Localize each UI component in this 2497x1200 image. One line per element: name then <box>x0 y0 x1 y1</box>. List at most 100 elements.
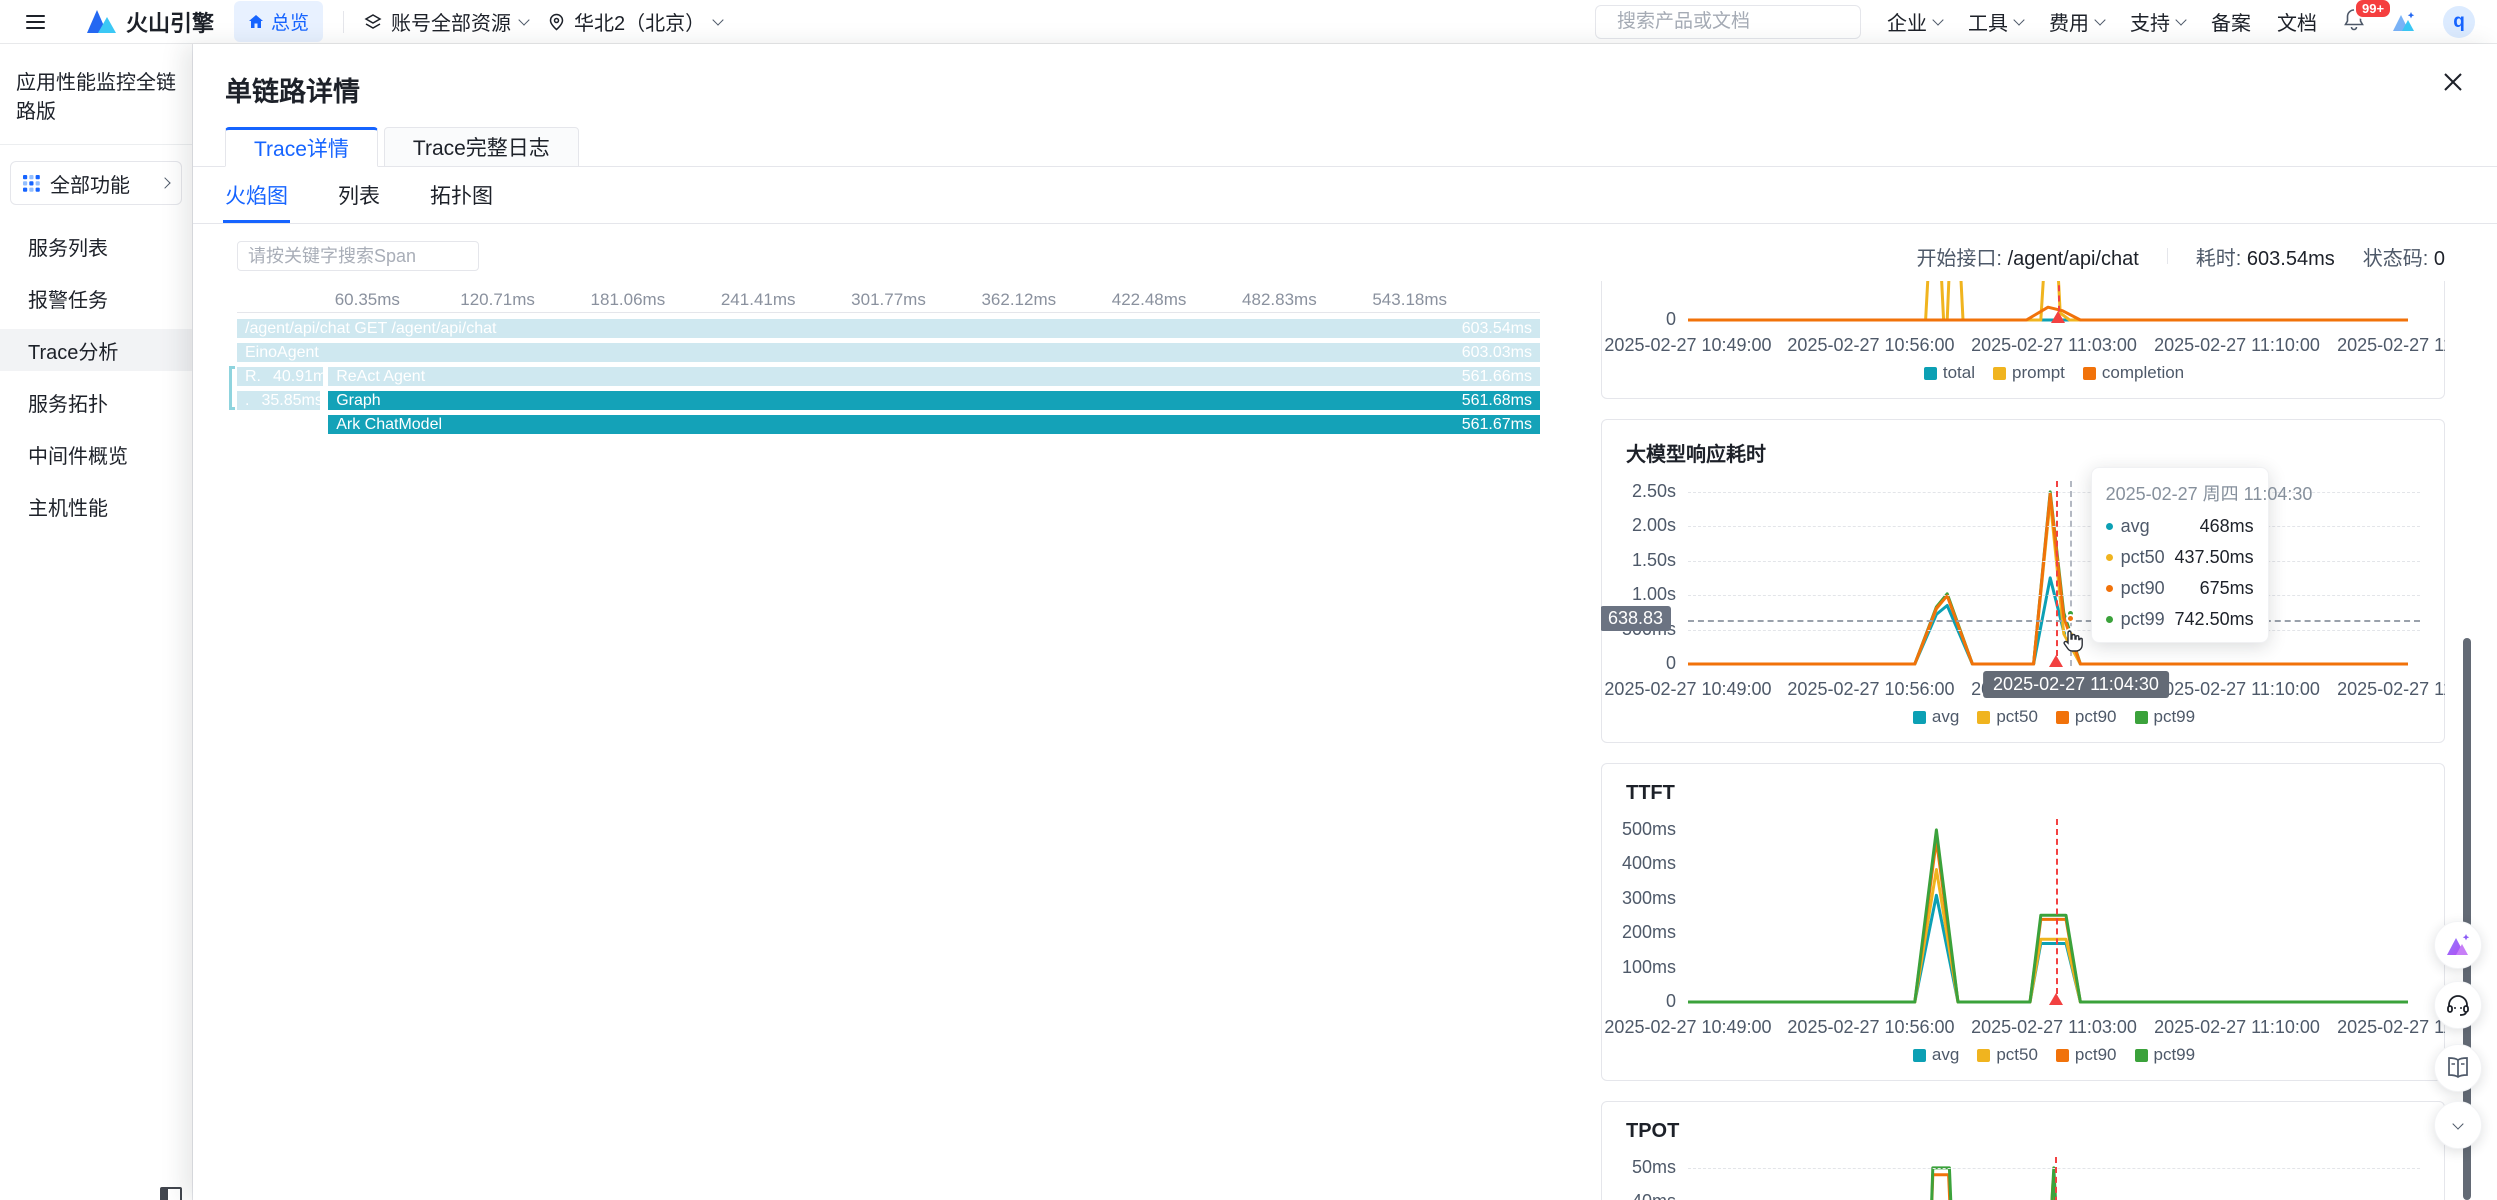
legend-item-completion[interactable]: completion <box>2083 363 2184 383</box>
chart-title: TTFT <box>1626 782 2420 805</box>
nav-menu-docs[interactable]: 文档 <box>2277 7 2317 36</box>
collapse-sidebar-icon[interactable] <box>160 1187 182 1200</box>
gridline <box>1688 561 2420 562</box>
span-search-input[interactable] <box>248 246 480 267</box>
nav-menu-billing[interactable]: 费用 <box>2049 7 2104 36</box>
ai-assistant-button[interactable] <box>2434 921 2482 969</box>
llm-latency-plot[interactable]: 638.83 2025-02-27 11:04:30 2025-02-27 周四… <box>1688 481 2420 666</box>
drawer-header: 单链路详情 <box>193 44 2497 109</box>
legend-item-pct90[interactable]: pct90 <box>2056 1045 2117 1065</box>
nav-menu-label: 工具 <box>1968 7 2008 36</box>
series-pct90 <box>1688 840 2408 1002</box>
nav-menu-enterprise[interactable]: 企业 <box>1887 7 1942 36</box>
view-subtabs: 火焰图 列表 拓扑图 <box>193 167 2497 224</box>
gridline <box>1688 526 2420 527</box>
region-switcher[interactable]: 华北2（北京） <box>548 7 722 36</box>
legend-item-avg[interactable]: avg <box>1913 707 1959 727</box>
flame-span[interactable]: /agent/api/chat GET /agent/api/chat603.5… <box>237 319 1540 338</box>
legend-item-total[interactable]: total <box>1924 363 1975 383</box>
span-search[interactable] <box>237 241 479 271</box>
legend-label: pct50 <box>1996 707 2038 727</box>
flame-ruler: 60.35ms120.71ms181.06ms241.41ms301.77ms3… <box>237 289 1540 313</box>
sidebar-item-middleware[interactable]: 中间件概览 <box>0 433 192 475</box>
all-functions-button[interactable]: 全部功能 <box>10 161 182 205</box>
chevron-right-icon <box>159 177 170 188</box>
legend-chip <box>1913 711 1926 724</box>
flame-span[interactable]: .35.85ms <box>237 391 320 410</box>
span-label: Ark ChatModel <box>336 416 442 434</box>
chevron-down-icon <box>712 14 723 25</box>
volcengine-logo[interactable]: 火山引擎 <box>87 6 214 38</box>
sidebar-item-topology[interactable]: 服务拓扑 <box>0 381 192 423</box>
legend-item-avg[interactable]: avg <box>1913 1045 1959 1065</box>
span-duration: 561.66ms <box>1462 368 1532 386</box>
docs-button[interactable] <box>2434 1044 2482 1092</box>
legend-item-pct50[interactable]: pct50 <box>1977 1045 2038 1065</box>
ai-mountain-icon <box>2444 932 2472 958</box>
resource-switcher[interactable]: 账号全部资源 <box>364 7 528 36</box>
subtab-flamegraph[interactable]: 火焰图 <box>223 167 290 223</box>
span-label: /agent/api/chat GET /agent/api/chat <box>245 320 496 338</box>
nav-menu-label: 文档 <box>2277 7 2317 36</box>
flame-row: /agent/api/chat GET /agent/api/chat603.5… <box>237 319 1540 338</box>
gridline <box>1688 630 2420 631</box>
close-icon[interactable] <box>2441 70 2465 94</box>
chevron-down-icon <box>1932 14 1943 25</box>
legend-item-pct99[interactable]: pct99 <box>2135 707 2196 727</box>
legend-label: completion <box>2102 363 2184 383</box>
divider <box>343 11 344 33</box>
y-tick-label: 1.00s <box>1614 584 1676 605</box>
tpot-plot[interactable]: 50ms40ms30ms <box>1688 1157 2420 1200</box>
overview-button[interactable]: 总览 <box>234 1 323 42</box>
nav-menu-support[interactable]: 支持 <box>2130 7 2185 36</box>
legend-item-pct99[interactable]: pct99 <box>2135 1045 2196 1065</box>
subtab-list[interactable]: 列表 <box>336 167 382 223</box>
x-tick-label: 2025-02-27 11:17:00 <box>2337 335 2445 356</box>
legend-chip <box>1977 711 1990 724</box>
support-button[interactable] <box>2434 981 2482 1029</box>
legend-item-pct50[interactable]: pct50 <box>1977 707 2038 727</box>
tooltip-title: 2025-02-27 周四 11:04:30 <box>2106 480 2254 506</box>
legend-chip <box>1993 367 2006 380</box>
hamburger-menu-icon[interactable] <box>22 11 49 33</box>
trace-time-line <box>2055 1157 2057 1200</box>
chevron-down-icon <box>2013 14 2024 25</box>
series-pct99 <box>1688 1168 2408 1200</box>
collapse-panel-button[interactable] <box>2434 1101 2482 1149</box>
notifications-button[interactable]: 99+ <box>2343 8 2365 36</box>
flame-span[interactable]: Graph561.68ms <box>328 391 1540 410</box>
user-avatar[interactable]: q <box>2443 6 2475 38</box>
y-tick-label: 40ms <box>1614 1191 1676 1200</box>
flame-span[interactable]: EinoAgent603.03ms <box>237 343 1540 362</box>
product-search-input[interactable] <box>1617 11 1862 33</box>
flame-span[interactable]: Ark ChatModel561.67ms <box>328 415 1540 434</box>
flame-span[interactable]: R.40.91ms <box>237 367 323 386</box>
tab-trace-full-log[interactable]: Trace完整日志 <box>384 127 579 167</box>
tooltip-row: pct99742.50ms <box>2106 609 2254 630</box>
sidebar-item-alarms[interactable]: 报警任务 <box>0 277 192 319</box>
product-search[interactable] <box>1595 5 1861 39</box>
sidebar-item-trace[interactable]: Trace分析 <box>0 329 192 371</box>
info-value: /agent/api/chat <box>2008 248 2139 270</box>
drawer-title: 单链路详情 <box>225 70 2461 109</box>
token-usage-plot[interactable]: 0 <box>1688 281 2420 322</box>
nav-menu-tools[interactable]: 工具 <box>1968 7 2023 36</box>
subtab-topology[interactable]: 拓扑图 <box>428 167 495 223</box>
overview-label: 总览 <box>271 8 309 35</box>
legend-item-pct90[interactable]: pct90 <box>2056 707 2117 727</box>
tooltip-series-value: 437.50ms <box>2175 547 2254 568</box>
y-tick-label: 0 <box>1614 653 1676 674</box>
legend-label: avg <box>1932 707 1959 727</box>
app-body: 应用性能监控全链路版 全部功能 服务列表报警任务Trace分析服务拓扑中间件概览… <box>0 44 2497 1200</box>
tab-trace-detail[interactable]: Trace详情 <box>225 127 378 167</box>
legend-item-prompt[interactable]: prompt <box>1993 363 2065 383</box>
flame-span[interactable]: ReAct Agent561.66ms <box>328 367 1540 386</box>
nav-menu-icp[interactable]: 备案 <box>2211 7 2251 36</box>
ai-assistant-icon[interactable] <box>2391 10 2417 34</box>
x-tick-label: 2025-02-27 11:17:00 <box>2337 1017 2445 1038</box>
sidebar-item-host[interactable]: 主机性能 <box>0 485 192 527</box>
legend-label: prompt <box>2012 363 2065 383</box>
trace-detail-drawer: 单链路详情 Trace详情 Trace完整日志 火焰图 列表 拓扑图 开始接口 <box>193 44 2497 1200</box>
ttft-plot[interactable]: 500ms400ms300ms200ms100ms0 <box>1688 819 2420 1004</box>
sidebar-item-services[interactable]: 服务列表 <box>0 225 192 267</box>
